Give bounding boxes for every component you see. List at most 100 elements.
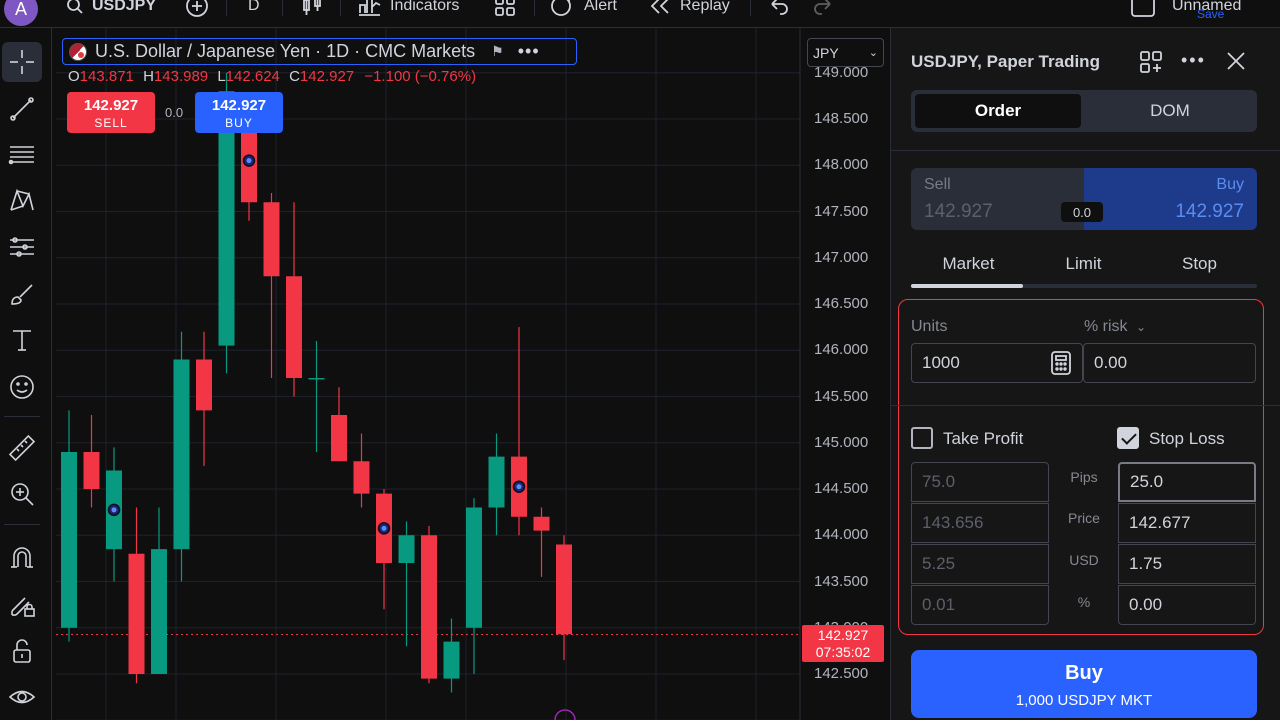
chevron-down-icon: ⌄ xyxy=(868,47,878,59)
redo-button[interactable] xyxy=(812,0,834,18)
buy-button[interactable]: 142.927 BUY xyxy=(195,92,283,133)
visibility-tool[interactable] xyxy=(2,677,42,717)
price-label: Price xyxy=(1068,510,1100,526)
change-value: −1.100 (−0.76%) xyxy=(364,68,477,85)
measure-tool[interactable] xyxy=(2,428,42,468)
candle-up xyxy=(151,549,167,674)
panel-tabs: Order DOM xyxy=(911,90,1257,132)
price-tick-label: 148.500 xyxy=(814,110,869,127)
take-profit-checkbox[interactable] xyxy=(911,427,933,449)
sell-side-button[interactable]: Sell 142.927 xyxy=(911,168,1084,230)
currency-select[interactable]: JPY ⌄ xyxy=(807,38,884,67)
chart-type-button[interactable] xyxy=(300,0,324,18)
price-tick-label: 144.000 xyxy=(814,526,869,544)
low-key: L xyxy=(217,68,226,85)
price-tick-label: 146.500 xyxy=(814,295,869,312)
pattern-tool[interactable] xyxy=(2,181,42,221)
brush-tool[interactable] xyxy=(2,274,42,314)
replay-button[interactable]: Replay xyxy=(648,0,730,18)
stop-loss-label: Stop Loss xyxy=(1149,429,1225,448)
buy-side-label: Buy xyxy=(1216,176,1244,193)
sell-label: SELL xyxy=(94,116,128,130)
tp-pips-input[interactable]: 75.0 xyxy=(911,462,1049,502)
units-label: Units xyxy=(911,318,948,335)
candle-down xyxy=(533,516,550,531)
ruler-icon xyxy=(8,434,36,462)
flag-icon[interactable]: ⚑ xyxy=(491,43,504,60)
risk-type-dropdown[interactable]: % risk ⌄ xyxy=(1084,318,1146,336)
indicators-button[interactable]: Indicators xyxy=(358,0,459,18)
tab-order[interactable]: Order xyxy=(915,94,1081,128)
tab-stop[interactable]: Stop xyxy=(1142,254,1257,274)
more-options-icon[interactable]: ••• xyxy=(1181,50,1206,71)
alarm-plus-icon xyxy=(551,0,571,16)
compare-button[interactable] xyxy=(184,0,210,18)
layout-icon xyxy=(1131,0,1155,17)
pencil-lock-icon xyxy=(11,597,35,617)
price-tick-label: 148.000 xyxy=(814,156,869,174)
lock-drawing-tool[interactable] xyxy=(2,584,42,624)
rewind-icon xyxy=(650,0,669,14)
tp-percent-input[interactable]: 0.01 xyxy=(911,585,1049,625)
tab-dom[interactable]: DOM xyxy=(1087,94,1253,128)
chevron-down-icon: ⌄ xyxy=(1136,320,1147,334)
indicators-label: Indicators xyxy=(390,0,460,14)
magnet-tool[interactable] xyxy=(2,537,42,577)
user-avatar[interactable]: A xyxy=(4,0,38,26)
sell-side-price: 142.927 xyxy=(924,201,993,222)
alert-button[interactable]: Alert xyxy=(550,0,617,18)
candle-down xyxy=(331,415,347,462)
save-status[interactable]: Save xyxy=(1197,7,1224,21)
drawing-toolbar xyxy=(0,28,52,720)
buy-label: BUY xyxy=(225,116,253,130)
units-input[interactable]: 1000 xyxy=(911,343,1083,383)
top-toolbar: A USDJPY D Indicators Alert Replay Unnam… xyxy=(0,0,1280,28)
stop-loss-checkbox[interactable] xyxy=(1117,427,1139,449)
replay-label: Replay xyxy=(680,0,730,14)
crosshair-icon xyxy=(10,50,34,74)
candles-icon xyxy=(303,0,321,15)
tab-market[interactable]: Market xyxy=(911,254,1026,274)
close-key: C xyxy=(289,68,300,85)
undo-button[interactable] xyxy=(768,0,790,18)
zoom-tool[interactable] xyxy=(2,474,42,514)
take-profit-label: Take Profit xyxy=(943,429,1024,448)
close-value: 142.927 xyxy=(299,68,355,85)
candle-up xyxy=(466,507,482,628)
symbol-legend[interactable]: U.S. Dollar / Japanese Yen · 1D · CMC Ma… xyxy=(62,38,577,65)
forecast-tool[interactable] xyxy=(2,227,42,267)
layout-menu[interactable]: Unnamed xyxy=(1130,0,1241,18)
crosshair-tool[interactable] xyxy=(2,42,42,82)
dom-toggle-button[interactable] xyxy=(1139,50,1163,79)
grid-plus-icon xyxy=(1140,51,1162,73)
close-icon xyxy=(1227,52,1245,70)
text-tool[interactable] xyxy=(2,320,42,360)
candle-up xyxy=(488,456,505,508)
trend-line-tool[interactable] xyxy=(2,89,42,129)
lock-tool[interactable] xyxy=(2,631,42,671)
templates-button[interactable] xyxy=(494,0,516,18)
buy-side-button[interactable]: Buy 142.927 xyxy=(1084,168,1257,230)
sl-usd-input[interactable]: 1.75 xyxy=(1118,544,1256,584)
divider xyxy=(4,416,40,417)
emoji-tool[interactable] xyxy=(2,367,42,407)
sl-pips-input[interactable]: 25.0 xyxy=(1118,462,1256,502)
sell-button[interactable]: 142.927 SELL xyxy=(67,92,155,133)
sl-price-input[interactable]: 142.677 xyxy=(1118,503,1256,543)
calculator-icon[interactable] xyxy=(1050,351,1072,375)
tp-price-input[interactable]: 143.656 xyxy=(911,503,1049,543)
fib-tool[interactable] xyxy=(2,135,42,175)
more-icon[interactable]: ••• xyxy=(518,41,540,62)
interval-button[interactable]: D xyxy=(248,0,260,18)
sl-percent-input[interactable]: 0.00 xyxy=(1118,585,1256,625)
tab-limit[interactable]: Limit xyxy=(1026,254,1141,274)
place-buy-order-button[interactable]: Buy 1,000 USDJPY MKT xyxy=(911,650,1257,718)
order-type-tabs: Market Limit Stop xyxy=(911,254,1257,288)
symbol-search[interactable]: USDJPY xyxy=(66,0,156,18)
close-button[interactable] xyxy=(1225,50,1247,77)
symbol-label: USDJPY xyxy=(92,0,157,14)
candlestick-chart[interactable] xyxy=(56,28,890,720)
tp-usd-input[interactable]: 5.25 xyxy=(911,544,1049,584)
risk-input[interactable]: 0.00 xyxy=(1083,343,1256,383)
divider xyxy=(4,524,40,525)
